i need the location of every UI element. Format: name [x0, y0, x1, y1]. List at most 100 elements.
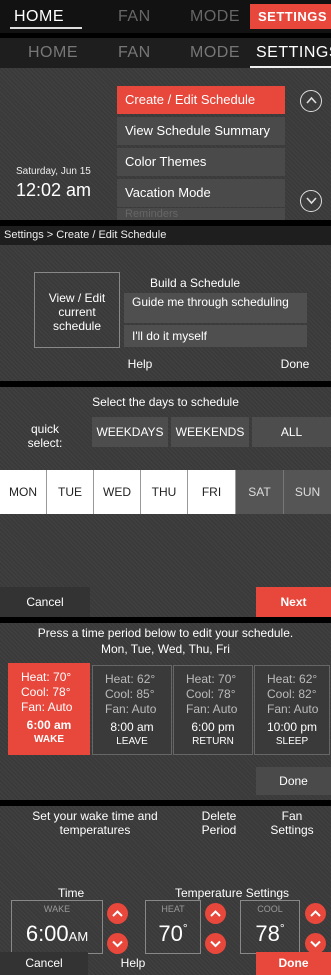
fan-setting: Fan: Auto	[267, 702, 319, 716]
time-up-button[interactable]	[107, 903, 128, 924]
time-period-instructions: Press a time period below to edit your s…	[37, 626, 294, 640]
fan-setting: Fan: Auto	[186, 702, 238, 716]
cancel-button[interactable]: Cancel	[0, 587, 90, 617]
heat-setting: Heat: 70°	[186, 672, 237, 686]
menu-vacation-mode[interactable]: Vacation Mode	[117, 179, 285, 207]
tab-underline	[10, 27, 82, 29]
cool-down-button[interactable]	[305, 933, 326, 954]
chevron-up-icon	[305, 96, 317, 104]
quick-select-label: quick select:	[27, 422, 63, 450]
chevron-up-icon	[310, 910, 321, 917]
period-label: SLEEP	[275, 736, 309, 747]
done-button[interactable]: Done	[256, 767, 331, 795]
chevron-down-icon	[305, 197, 317, 205]
date-display: Saturday, Jun 15	[16, 166, 91, 177]
create-edit-schedule-screen: Settings > Create / Edit Schedule View /…	[0, 226, 331, 381]
period-leave[interactable]: Heat: 62° Cool: 85° Fan: Auto 8:00 am LE…	[92, 665, 172, 755]
period-sleep[interactable]: Heat: 62° Cool: 82° Fan: Auto 10:00 pm S…	[254, 665, 330, 755]
done-button[interactable]: Done	[270, 357, 320, 371]
select-days-screen: Select the days to schedule quick select…	[0, 387, 331, 617]
delete-period-button[interactable]: Delete Period	[193, 809, 245, 837]
set-wake-time-screen: Set your wake time and temperatures Dele…	[0, 806, 331, 975]
menu-view-schedule-summary[interactable]: View Schedule Summary	[117, 117, 285, 145]
scroll-up-button[interactable]	[300, 90, 322, 112]
scroll-down-button[interactable]	[300, 190, 322, 212]
day-wed[interactable]: WED	[94, 470, 141, 514]
heat-box: HEAT 70°	[145, 900, 201, 954]
tab-settings[interactable]: SETTINGS	[256, 38, 331, 68]
cool-setting: Cool: 78°	[186, 687, 236, 701]
do-it-myself-button[interactable]: I'll do it myself	[124, 325, 307, 347]
cool-up-button[interactable]	[305, 903, 326, 924]
period-time: 10:00 pm	[266, 720, 318, 734]
menu-color-themes[interactable]: Color Themes	[117, 148, 285, 176]
period-wake[interactable]: Heat: 70° Cool: 78° Fan: Auto 6:00 am WA…	[8, 663, 90, 755]
chevron-down-icon	[310, 940, 321, 948]
day-tue[interactable]: TUE	[47, 470, 94, 514]
menu-create-edit-schedule[interactable]: Create / Edit Schedule	[117, 86, 285, 114]
all-button[interactable]: ALL	[252, 417, 331, 447]
heat-number: 70	[158, 921, 183, 946]
wake-label: WAKE	[43, 904, 71, 914]
done-button[interactable]: Done	[256, 952, 331, 975]
cool-number: 78	[255, 921, 280, 946]
select-days-title: Select the days to schedule	[92, 395, 239, 409]
day-fri[interactable]: FRI	[188, 470, 236, 514]
heat-down-button[interactable]	[205, 933, 226, 954]
weekends-button[interactable]: WEEKENDS	[171, 417, 249, 447]
wake-heading: Set your wake time and temperatures	[32, 809, 158, 837]
top-tab-bar: HOME FAN MODE SETTINGS	[0, 0, 331, 33]
tab-fan[interactable]: FAN	[118, 38, 151, 68]
period-return[interactable]: Heat: 70° Cool: 78° Fan: Auto 6:00 pm RE…	[173, 665, 253, 755]
chevron-down-icon	[210, 940, 221, 948]
view-edit-current-schedule-button[interactable]: View / Edit current schedule	[34, 272, 120, 348]
day-sat[interactable]: SAT	[236, 470, 284, 514]
cool-box: COOL 78°	[240, 900, 300, 954]
cancel-button[interactable]: Cancel	[0, 952, 88, 975]
period-label: LEAVE	[116, 736, 148, 747]
cool-setting: Cool: 78°	[21, 685, 71, 699]
time-label: Time	[58, 886, 85, 900]
wake-time: 6:00	[25, 921, 69, 946]
tab-mode[interactable]: MODE	[190, 0, 240, 33]
cool-setting: Cool: 82°	[267, 687, 317, 701]
guide-me-button[interactable]: Guide me through scheduling	[124, 293, 307, 323]
selected-days-subtitle: Mon, Tue, Wed, Thu, Fri	[101, 642, 230, 656]
chevron-down-icon	[112, 940, 123, 948]
breadcrumb: Settings > Create / Edit Schedule	[0, 226, 331, 245]
menu-reminders[interactable]: Reminders	[117, 208, 285, 220]
help-button[interactable]: Help	[110, 357, 170, 371]
period-time: 6:00 am	[26, 718, 72, 732]
degree-symbol: °	[182, 921, 188, 935]
day-sun[interactable]: SUN	[284, 470, 331, 514]
tab-settings[interactable]: SETTINGS	[250, 4, 331, 29]
wake-time-box: WAKE 6:00AM	[11, 900, 103, 954]
fan-settings-button[interactable]: Fan Settings	[262, 809, 322, 837]
next-button[interactable]: Next	[256, 587, 331, 617]
heat-setting: Heat: 62°	[267, 672, 318, 686]
period-time: 6:00 pm	[191, 720, 235, 734]
time-periods-screen: Press a time period below to edit your s…	[0, 623, 331, 800]
menu-item-label: Reminders	[125, 208, 179, 220]
fan-setting: Fan: Auto	[21, 700, 73, 714]
heat-up-button[interactable]	[205, 903, 226, 924]
day-mon[interactable]: MON	[0, 470, 47, 514]
temperature-settings-label: Temperature Settings	[175, 886, 290, 900]
weekdays-button[interactable]: WEEKDAYS	[92, 417, 168, 447]
help-button[interactable]: Help	[98, 952, 168, 975]
period-label: WAKE	[34, 734, 64, 745]
period-time: 8:00 am	[110, 720, 154, 734]
chevron-up-icon	[210, 910, 221, 917]
fan-setting: Fan: Auto	[105, 702, 157, 716]
tab-bar: HOME FAN MODE SETTINGS	[0, 38, 331, 68]
chevron-up-icon	[112, 910, 123, 917]
heat-setting: Heat: 62°	[105, 672, 156, 686]
tab-mode[interactable]: MODE	[190, 38, 240, 68]
day-thu[interactable]: THU	[141, 470, 188, 514]
tab-fan[interactable]: FAN	[118, 0, 151, 33]
days-row: MON TUE WED THU FRI SAT SUN	[0, 470, 331, 514]
time-down-button[interactable]	[107, 933, 128, 954]
tab-home[interactable]: HOME	[28, 38, 78, 68]
settings-menu-screen: HOME FAN MODE SETTINGS Saturday, Jun 15 …	[0, 38, 331, 220]
wake-ampm: AM	[68, 929, 89, 944]
